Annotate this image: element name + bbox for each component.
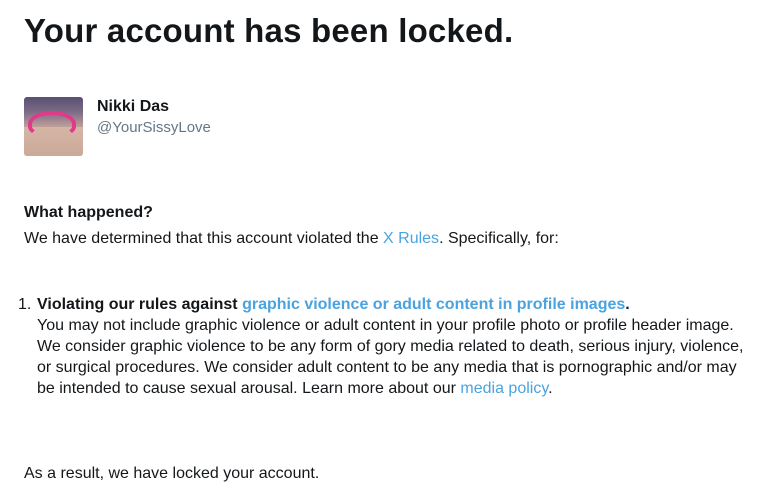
section-heading: What happened? [24,204,153,221]
notice-intro: We have determined that this account vio… [24,230,559,248]
violation-description-suffix: . [548,380,553,397]
avatar [24,97,83,156]
violation-title: Violating our rules against graphic viol… [37,294,751,315]
media-policy-link[interactable]: media policy [460,380,548,397]
x-rules-link[interactable]: X Rules [383,230,439,247]
profile-text: Nikki Das @YourSissyLove [97,97,211,139]
account-handle: @YourSissyLove [97,119,211,136]
violation-title-suffix: . [625,296,630,313]
avatar-image-detail [28,111,76,137]
intro-text-end: . Specifically, for: [439,230,559,247]
account-profile: Nikki Das @YourSissyLove [24,97,211,156]
display-name: Nikki Das [97,98,170,115]
intro-text: We have determined that this account vio… [24,230,384,247]
violation-title-prefix: Violating our rules against [37,296,243,313]
result-message: As a result, we have locked your account… [24,465,320,482]
violation-number: 1. [18,296,32,313]
violation-description: You may not include graphic violence or … [37,315,751,399]
page-title: Your account has been locked. [24,12,514,49]
violations-list: 1. Violating our rules against graphic v… [0,294,757,399]
violation-description-text: You may not include graphic violence or … [37,317,744,397]
list-item: 1. Violating our rules against graphic v… [0,294,757,399]
violation-rule-link[interactable]: graphic violence or adult content in pro… [242,296,625,313]
